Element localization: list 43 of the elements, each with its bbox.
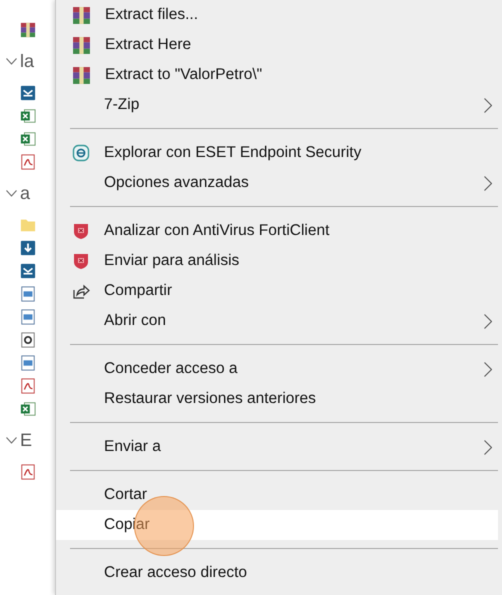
menu-item[interactable]: Crear acceso directo <box>56 558 498 588</box>
download-icon <box>20 240 36 256</box>
menu-item[interactable]: Opciones avanzadas <box>56 168 498 198</box>
share-icon <box>72 282 90 300</box>
chevron-down-icon[interactable] <box>6 58 17 64</box>
spreadsheet-icon <box>20 400 36 416</box>
menu-item[interactable]: Abrir con <box>56 306 498 336</box>
menu-item[interactable]: Conceder acceso a <box>56 354 498 384</box>
document-icon <box>20 332 36 348</box>
menu-item[interactable]: Extract to "ValorPetro\" <box>56 60 498 90</box>
archive-icon <box>20 22 36 38</box>
spreadsheet-icon <box>20 130 36 146</box>
chevron-down-icon[interactable] <box>6 190 17 196</box>
shield-icon <box>72 252 90 270</box>
spreadsheet-icon <box>20 108 36 124</box>
image-file-icon <box>20 286 36 302</box>
menu-item[interactable]: Compartir <box>56 276 498 306</box>
group-header[interactable]: E <box>20 430 32 450</box>
pdf-file-icon <box>20 378 36 394</box>
image-file-icon <box>20 354 36 370</box>
menu-item[interactable]: Cortar <box>56 480 498 510</box>
pdf-file-icon <box>20 464 36 480</box>
menu-item[interactable]: Explorar con ESET Endpoint Security <box>56 138 498 168</box>
pdf-file-icon <box>20 154 36 170</box>
menu-item[interactable]: Enviar a <box>56 432 498 462</box>
chevron-down-icon[interactable] <box>6 436 17 444</box>
mail-app-icon <box>20 262 36 278</box>
scan-icon <box>72 144 90 162</box>
image-file-icon <box>20 308 36 324</box>
archive-icon <box>72 6 91 24</box>
archive-icon <box>72 36 91 54</box>
mail-app-icon <box>20 84 36 100</box>
menu-item[interactable]: Enviar para análisis <box>56 246 498 276</box>
group-header[interactable]: la <box>20 50 34 72</box>
group-header[interactable]: a <box>20 182 30 204</box>
archive-icon <box>72 66 91 84</box>
folder-icon <box>20 216 36 232</box>
menu-item[interactable]: 7-Zip <box>56 90 498 120</box>
menu-item[interactable]: Extract files... <box>56 0 498 30</box>
menu-item[interactable]: Analizar con AntiVirus FortiClient <box>56 216 498 246</box>
menu-item[interactable]: Extract Here <box>56 30 498 60</box>
menu-item[interactable]: Restaurar versiones anteriores <box>56 384 498 414</box>
shield-icon <box>72 222 90 240</box>
